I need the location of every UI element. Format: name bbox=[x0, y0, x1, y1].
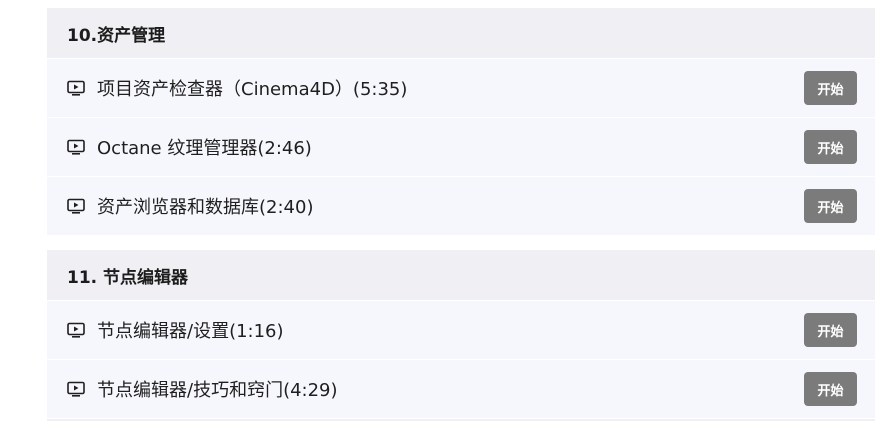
lesson-row[interactable]: 节点编辑器/设置(1:16) 开始 bbox=[47, 301, 875, 360]
start-button[interactable]: 开始 bbox=[804, 130, 857, 164]
lesson-title: 节点编辑器/技巧和窍门(4:29) bbox=[97, 380, 338, 401]
section-title: 11. 节点编辑器 bbox=[47, 250, 875, 301]
video-play-icon bbox=[67, 322, 85, 338]
lesson-title: 项目资产检查器（Cinema4D）(5:35) bbox=[97, 79, 408, 100]
section-node-editor: 11. 节点编辑器 节点编辑器/设置(1:16) 开始 节点编辑器/技巧和窍门(… bbox=[47, 250, 875, 421]
video-play-icon bbox=[67, 139, 85, 155]
video-play-icon bbox=[67, 381, 85, 397]
video-play-icon bbox=[67, 198, 85, 214]
start-button[interactable]: 开始 bbox=[804, 189, 857, 223]
section-title: 10.资产管理 bbox=[47, 8, 875, 59]
lesson-title: 资产浏览器和数据库(2:40) bbox=[97, 197, 314, 218]
lesson-row[interactable]: 资产浏览器和数据库(2:40) 开始 bbox=[47, 177, 875, 236]
start-button[interactable]: 开始 bbox=[804, 372, 857, 406]
lesson-title: 节点编辑器/设置(1:16) bbox=[97, 321, 284, 342]
lesson-row[interactable]: 项目资产检查器（Cinema4D）(5:35) 开始 bbox=[47, 59, 875, 118]
lesson-row[interactable]: 节点编辑器/技巧和窍门(4:29) 开始 bbox=[47, 360, 875, 419]
section-divider bbox=[47, 419, 875, 421]
section-asset-management: 10.资产管理 项目资产检查器（Cinema4D）(5:35) 开始 Octan… bbox=[47, 8, 875, 236]
lesson-title: Octane 纹理管理器(2:46) bbox=[97, 138, 312, 159]
start-button[interactable]: 开始 bbox=[804, 313, 857, 347]
curriculum-list: 10.资产管理 项目资产检查器（Cinema4D）(5:35) 开始 Octan… bbox=[47, 8, 875, 435]
video-play-icon bbox=[67, 80, 85, 96]
lesson-row[interactable]: Octane 纹理管理器(2:46) 开始 bbox=[47, 118, 875, 177]
start-button[interactable]: 开始 bbox=[804, 71, 857, 105]
